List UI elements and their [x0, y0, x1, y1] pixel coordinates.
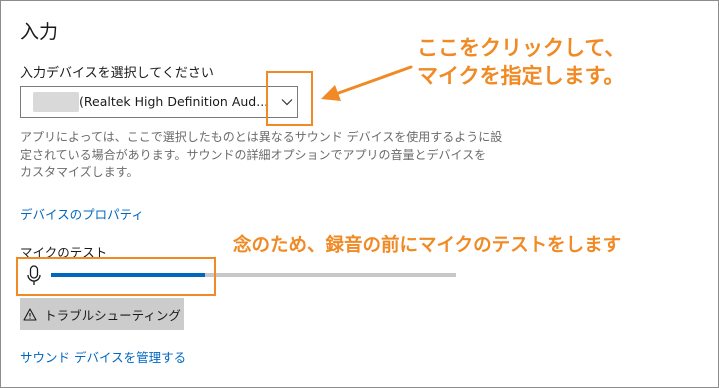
- dropdown-callout-line: マイクを指定します。: [417, 64, 625, 88]
- input-device-label: 入力デバイスを選択してください: [20, 66, 214, 81]
- section-title: 入力: [20, 21, 59, 43]
- description-line: 定されている場合があります。サウンドの詳細オプションでアプリの音量とデバイスを: [20, 147, 487, 162]
- device-name-redaction: [33, 92, 79, 112]
- settings-panel: 入力 入力デバイスを選択してください (Realtek High Definit…: [0, 0, 719, 388]
- input-device-selected-value: (Realtek High Definition Aud...: [79, 94, 269, 109]
- warning-icon: [23, 307, 37, 321]
- dropdown-callout-line: ここをクリックして、: [417, 36, 626, 60]
- dropdown-highlight-box: [266, 71, 313, 126]
- input-device-dropdown[interactable]: (Realtek High Definition Aud...: [20, 86, 298, 118]
- troubleshoot-button[interactable]: トラブルシューティング: [20, 298, 184, 330]
- manage-sound-devices-link[interactable]: サウンド デバイスを管理する: [20, 347, 186, 366]
- mic-test-callout: 念のため、録音の前にマイクのテストをします: [233, 235, 622, 256]
- input-device-description: アプリによっては、ここで選択したものとは異なるサウンド デバイスを使用するように…: [20, 129, 503, 182]
- description-line: カスタマイズします。: [20, 165, 139, 179]
- arrow-left-icon: [321, 65, 413, 101]
- mic-test-highlight-box: [16, 257, 216, 296]
- description-line: アプリによっては、ここで選択したものとは異なるサウンド デバイスを使用するように…: [20, 130, 503, 144]
- troubleshoot-label: トラブルシューティング: [44, 307, 181, 323]
- device-properties-link[interactable]: デバイスのプロパティ: [20, 204, 144, 223]
- dropdown-callout: ここをクリックして、 マイクを指定します。: [417, 34, 625, 90]
